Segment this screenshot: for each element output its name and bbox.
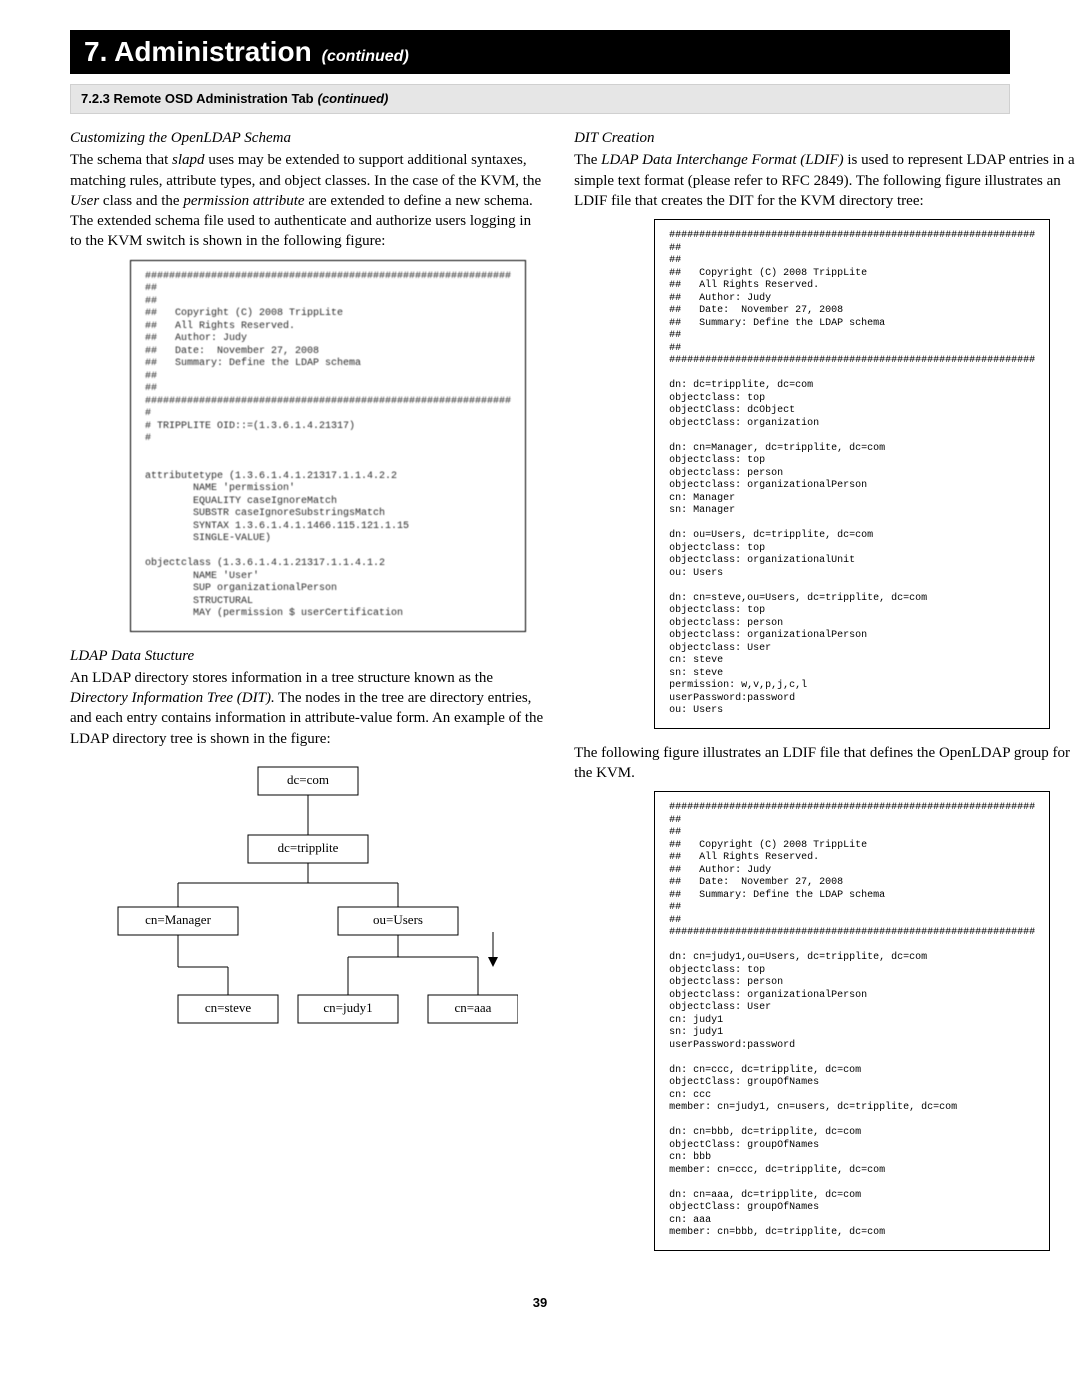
- left-column: Customizing the OpenLDAP Schema The sche…: [70, 128, 546, 1265]
- right-sec1-para: The LDAP Data Interchange Format (LDIF) …: [574, 150, 1080, 211]
- tree-lvl3a: cn=Manager: [145, 912, 211, 927]
- tree-lvl4b: cn=judy1: [323, 1000, 372, 1015]
- chapter-continued: (continued): [322, 48, 409, 65]
- chapter-title: Administration: [114, 36, 312, 67]
- ldif-group-figure: ########################################…: [654, 791, 1050, 1251]
- tree-lvl4c: cn=aaa: [455, 1000, 492, 1015]
- section-heading: 7.2.3 Remote OSD Administration Tab (con…: [70, 84, 1010, 114]
- dit-tree-figure: .nb { fill:#fff; stroke:#000; stroke-wid…: [98, 757, 518, 1087]
- tree-lvl2: dc=tripplite: [278, 840, 339, 855]
- schema-figure: ########################################…: [130, 260, 526, 632]
- section-title: Remote OSD Administration Tab: [114, 91, 314, 106]
- tree-lvl3b: ou=Users: [373, 912, 423, 927]
- chapter-heading: 7. Administration (continued): [70, 30, 1010, 74]
- section-number: 7.2.3: [81, 91, 110, 106]
- right-sec1-title: DIT Creation: [574, 128, 1080, 148]
- left-sec1-para: The schema that slapd uses may be extend…: [70, 150, 546, 251]
- section-continued: (continued): [318, 91, 389, 106]
- tree-lvl4a: cn=steve: [205, 1000, 252, 1015]
- chapter-number: 7.: [84, 36, 107, 67]
- tree-root: dc=com: [287, 772, 329, 787]
- right-sec2-para: The following figure illustrates an LDIF…: [574, 743, 1080, 784]
- left-sec2-para: An LDAP directory stores information in …: [70, 668, 546, 749]
- page-number: 39: [70, 1295, 1010, 1310]
- right-column: DIT Creation The LDAP Data Interchange F…: [574, 128, 1080, 1265]
- left-sec1-title: Customizing the OpenLDAP Schema: [70, 128, 546, 148]
- ldif-dit-figure: ########################################…: [654, 219, 1050, 729]
- left-sec2-title: LDAP Data Stucture: [70, 646, 546, 666]
